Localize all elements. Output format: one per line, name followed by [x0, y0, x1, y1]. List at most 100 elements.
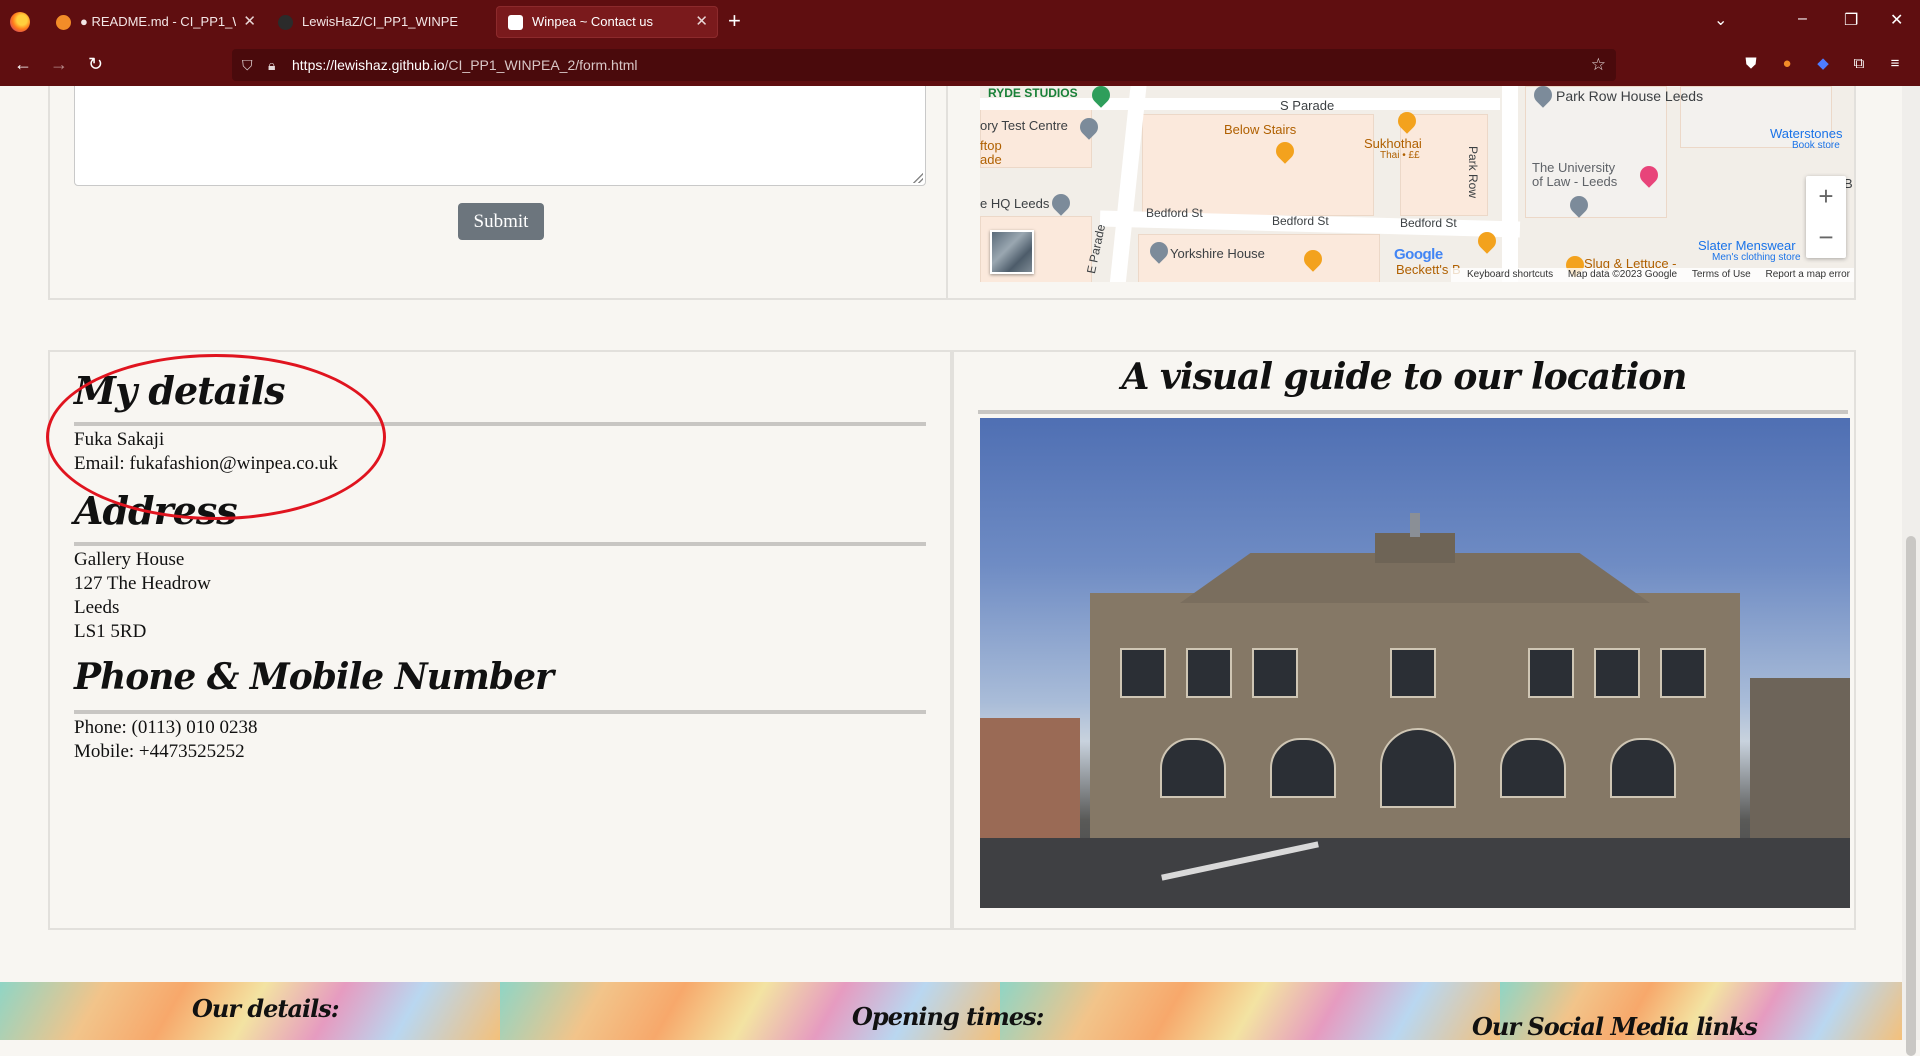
- pocket-icon[interactable]: ⛊: [1742, 55, 1760, 73]
- restore-icon[interactable]: ❐: [1844, 10, 1858, 30]
- footer-background: [1000, 982, 1500, 1040]
- nav-bar: ← → ↻ ⛉ 🔒︎ https://lewishaz.github.io/CI…: [0, 44, 1920, 86]
- address-line: LS1 5RD: [74, 621, 147, 642]
- visual-guide-heading: A visual guide to our location: [1121, 356, 1688, 398]
- divider: [74, 542, 926, 546]
- footer: Our details: Opening times: Our Social M…: [0, 982, 1902, 1040]
- building-window: [1160, 738, 1226, 798]
- map-block: [1525, 86, 1667, 218]
- bookmark-star-icon[interactable]: ☆: [1591, 55, 1606, 75]
- street: [980, 838, 1850, 908]
- building-window: [1500, 738, 1566, 798]
- map-label-univ-law2: of Law - Leeds: [1532, 174, 1618, 189]
- grammarly-icon[interactable]: ●: [1778, 55, 1796, 73]
- firefox-icon[interactable]: [10, 12, 30, 32]
- google-logo: Google: [1394, 246, 1443, 263]
- map-label-s-parade: S Parade: [1280, 98, 1335, 113]
- building-window: [1120, 648, 1166, 698]
- divider: [74, 710, 926, 714]
- visual-guide-panel: A visual guide to our location: [952, 350, 1856, 930]
- footer-social-heading: Our Social Media links: [1472, 1012, 1758, 1040]
- building-window: [1528, 648, 1574, 698]
- tab-title: LewisHaZ/CI_PP1_WINPEA_2: Pi: [302, 14, 458, 29]
- keyboard-shortcuts-link[interactable]: Keyboard shortcuts: [1467, 269, 1553, 280]
- tab-title: Winpea ~ Contact us: [532, 14, 654, 29]
- map-label-bedford-3: Bedford St: [1400, 216, 1457, 230]
- minimize-icon[interactable]: –: [1798, 10, 1807, 28]
- contact-form-panel: Submit: [48, 86, 952, 300]
- phone-number: Phone: (0113) 010 0238: [74, 717, 258, 738]
- url-text[interactable]: https://lewishaz.github.io/CI_PP1_WINPEA…: [292, 49, 637, 81]
- tab-list-chevron-icon[interactable]: ⌄: [1714, 10, 1727, 30]
- zoom-out-button[interactable]: −: [1806, 217, 1846, 257]
- address-line: Gallery House: [74, 549, 185, 570]
- map-label-bedford-2: Bedford St: [1272, 214, 1329, 228]
- shield-icon[interactable]: ⛉: [242, 57, 253, 74]
- gallery-house-photo: [980, 418, 1850, 908]
- grammarly-icon: [56, 15, 71, 30]
- map-attribution: Keyboard shortcuts Map data ©2023 Google…: [1450, 268, 1854, 282]
- back-icon[interactable]: ←: [14, 53, 32, 75]
- page-scrollbar[interactable]: [1902, 86, 1920, 1056]
- resize-handle-icon[interactable]: [913, 173, 923, 183]
- map-label-slater[interactable]: Slater Menswear: [1698, 238, 1796, 253]
- extension-icon[interactable]: ◆: [1814, 55, 1832, 73]
- footer-our-details-heading: Our details:: [192, 994, 340, 1023]
- address-line: 127 The Headrow: [74, 573, 211, 594]
- map-label-park-row: Park Row: [1466, 146, 1480, 199]
- map-label-below-stairs[interactable]: Below Stairs: [1224, 122, 1296, 137]
- close-icon[interactable]: ✕: [695, 6, 708, 38]
- tab-bar: ● README.md - CI_PP1_WINPEA_2 ✕ LewisHaZ…: [0, 0, 1920, 44]
- building-window: [1610, 738, 1676, 798]
- map-label-waterstones[interactable]: Waterstones: [1770, 126, 1843, 141]
- scrollbar-thumb[interactable]: [1906, 536, 1916, 1056]
- google-map[interactable]: RYDE STUDIOS S Parade Park Row House Lee…: [980, 86, 1854, 282]
- terms-link[interactable]: Terms of Use: [1692, 269, 1751, 280]
- map-pin-icon[interactable]: [1048, 190, 1074, 216]
- reload-icon[interactable]: ↻: [88, 53, 103, 75]
- map-label-univ-law[interactable]: The University: [1532, 160, 1615, 175]
- map-label-ryde[interactable]: RYDE STUDIOS: [988, 86, 1078, 100]
- adjacent-building: [980, 718, 1080, 838]
- message-textarea[interactable]: [74, 86, 926, 186]
- forward-icon[interactable]: →: [50, 53, 68, 75]
- submit-button[interactable]: Submit: [458, 203, 544, 240]
- report-map-error-link[interactable]: Report a map error: [1766, 269, 1850, 280]
- url-bar[interactable]: ⛉ 🔒︎ https://lewishaz.github.io/CI_PP1_W…: [232, 49, 1616, 81]
- tab-readme[interactable]: ● README.md - CI_PP1_WINPEA_2 ✕: [44, 6, 266, 38]
- mobile-number: Mobile: +4473525252: [74, 741, 245, 762]
- lock-icon[interactable]: 🔒︎: [268, 57, 275, 74]
- map-label-rooftop2: ade: [980, 152, 1002, 167]
- zoom-in-button[interactable]: +: [1806, 176, 1846, 216]
- map-label-slater-sub: Men's clothing store: [1712, 252, 1801, 263]
- building-spire: [1410, 513, 1420, 537]
- puzzle-icon[interactable]: ⧉: [1850, 55, 1868, 73]
- tab-title: ● README.md - CI_PP1_WINPEA_2: [80, 14, 236, 29]
- building-window: [1390, 648, 1436, 698]
- phone-heading: Phone & Mobile Number: [74, 656, 554, 698]
- tab-winpea[interactable]: Winpea ~ Contact us ✕: [496, 6, 718, 38]
- map-label-test-centre[interactable]: ory Test Centre: [980, 118, 1068, 133]
- close-icon[interactable]: ✕: [243, 6, 256, 38]
- annotation-ellipse: [46, 354, 386, 520]
- map-label-sukhothai-sub: Thai • ££: [1380, 150, 1420, 161]
- satellite-toggle-button[interactable]: [990, 230, 1034, 274]
- building-window: [1594, 648, 1640, 698]
- address-line: Leeds: [74, 597, 120, 618]
- adjacent-building: [1750, 678, 1850, 838]
- map-label-waterstones-sub: Book store: [1792, 140, 1840, 151]
- winpea-favicon-icon: [508, 15, 523, 30]
- building-window: [1252, 648, 1298, 698]
- github-icon: [278, 15, 293, 30]
- map-label-bedford-1: Bedford St: [1146, 206, 1203, 220]
- map-label-yorkshire-house[interactable]: Yorkshire House: [1170, 246, 1265, 261]
- tab-github[interactable]: LewisHaZ/CI_PP1_WINPEA_2: Pi: [266, 6, 488, 38]
- window-close-icon[interactable]: ✕: [1890, 10, 1903, 30]
- new-tab-button[interactable]: +: [728, 8, 741, 34]
- map-label-hq-leeds[interactable]: e HQ Leeds: [980, 196, 1049, 211]
- map-road: [1502, 86, 1518, 282]
- map-label-sukhothai[interactable]: Sukhothai: [1364, 136, 1422, 151]
- menu-icon[interactable]: ≡: [1886, 55, 1904, 73]
- map-label-park-row-house[interactable]: Park Row House Leeds: [1556, 88, 1703, 104]
- url-host: https://lewishaz.github.io: [292, 57, 445, 73]
